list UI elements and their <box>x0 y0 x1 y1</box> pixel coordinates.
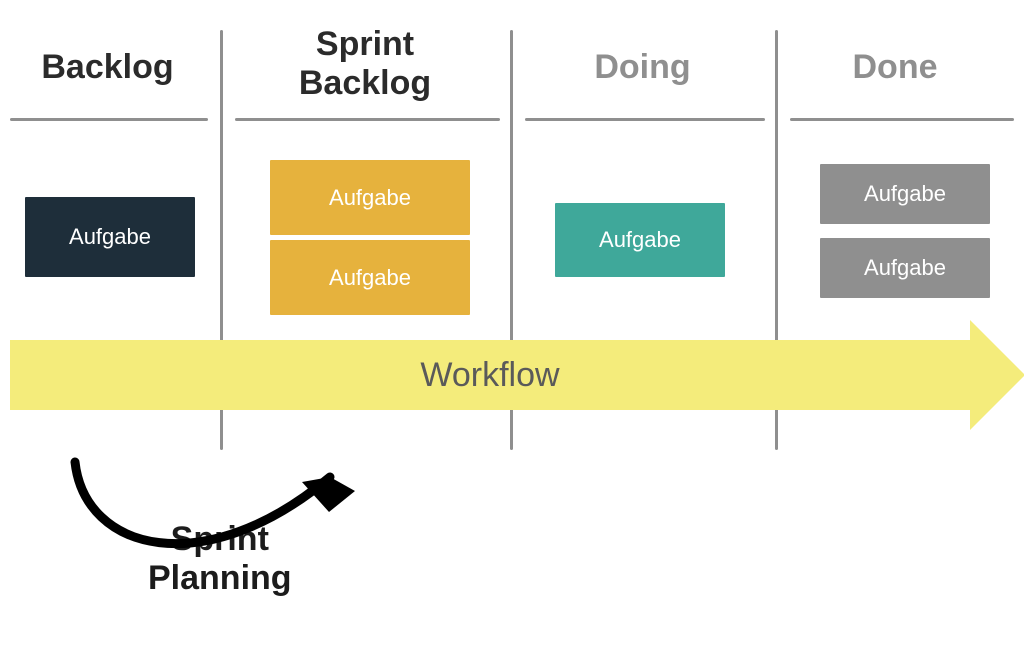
workflow-arrow-head-icon <box>970 320 1024 430</box>
header-underline <box>790 118 1014 121</box>
task-card-sprint-backlog: Aufgabe <box>270 240 470 315</box>
column-header-doing: Doing <box>515 48 770 87</box>
task-card-done: Aufgabe <box>820 164 990 224</box>
task-card-done: Aufgabe <box>820 238 990 298</box>
workflow-arrow: Workflow <box>10 340 970 410</box>
kanban-diagram: Backlog SprintBacklog Doing Done Aufgabe… <box>0 0 1024 654</box>
task-card-sprint-backlog: Aufgabe <box>270 160 470 235</box>
header-underline <box>235 118 500 121</box>
sprint-planning-arrow-icon <box>55 432 375 592</box>
header-underline <box>10 118 208 121</box>
task-card-backlog: Aufgabe <box>25 197 195 277</box>
column-header-sprint-backlog: SprintBacklog <box>225 25 505 103</box>
column-header-backlog: Backlog <box>0 48 215 87</box>
workflow-label: Workflow <box>420 356 559 395</box>
task-card-doing: Aufgabe <box>555 203 725 277</box>
column-header-done: Done <box>780 48 1010 87</box>
header-underline <box>525 118 765 121</box>
